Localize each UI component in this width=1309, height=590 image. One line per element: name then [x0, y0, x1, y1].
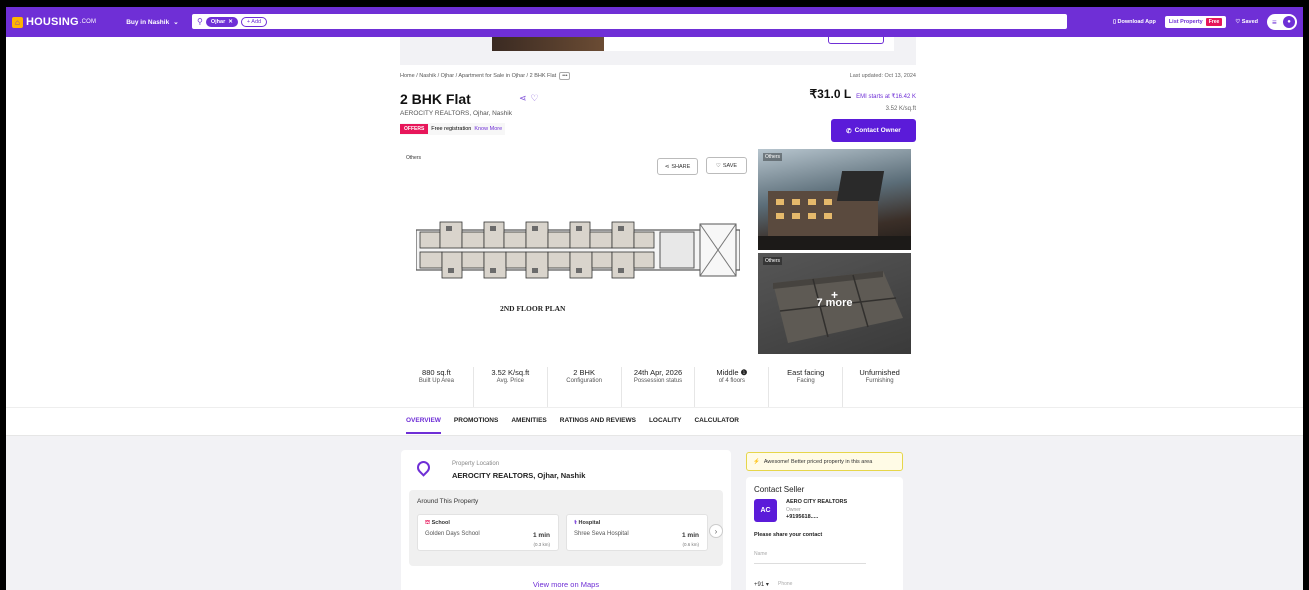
- seller-avatar: AC: [754, 499, 777, 522]
- search-bar[interactable]: ⚲ Ojhar ✕ + Add: [192, 14, 1067, 29]
- location-value: AEROCITY REALTORS, Ojhar, Nashik: [452, 471, 586, 480]
- share-icon: ⋖: [664, 163, 670, 170]
- contact-owner-button[interactable]: ✆ Contact Owner: [831, 119, 916, 142]
- stat-avg-price: 3.52 K/sq.ft Avg. Price: [474, 367, 548, 407]
- user-menu[interactable]: ≡ ●: [1267, 14, 1297, 30]
- chevron-right-icon[interactable]: ›: [709, 524, 723, 538]
- floorplan-caption: 2ND FLOOR PLAN: [500, 304, 566, 313]
- listing-subtitle: AEROCITY REALTORS, Ojhar, Nashik: [400, 110, 512, 117]
- housing-logo[interactable]: ⌂ HOUSING .COM: [12, 16, 96, 28]
- breadcrumb-more-button[interactable]: •••: [559, 72, 571, 80]
- lightning-icon: ⚡: [753, 458, 760, 465]
- contact-seller-heading: Contact Seller: [754, 485, 805, 494]
- property-stats: 880 sq.ft Built Up Area 3.52 K/sq.ft Avg. …: [400, 367, 916, 407]
- around-property: Around This Property ⛫ School Golden Day…: [409, 490, 723, 566]
- heart-icon: ♡: [1235, 19, 1241, 25]
- banner-button[interactable]: [828, 37, 884, 44]
- title-actions: ⋖ ♡: [519, 93, 539, 104]
- tab-promotions[interactable]: PROMOTIONS: [454, 417, 498, 434]
- close-icon[interactable]: ✕: [228, 19, 233, 25]
- building-illustration: [758, 171, 911, 250]
- last-updated: Last updated: Oct 13, 2024: [849, 73, 916, 79]
- seller-name: AERO CITY REALTORS: [786, 499, 848, 505]
- more-photos-count: 7 more: [816, 297, 853, 309]
- stat-possession: 24th Apr, 2026 Possession status: [622, 367, 696, 407]
- breadcrumb: Home / Nashik / Ojhar / Apartment for Sa…: [400, 72, 571, 80]
- top-nav: ⌂ HOUSING .COM Buy in Nashik ⌄ ⚲ Ojhar ✕ +…: [6, 7, 1303, 37]
- seller-phone: +9195618.....: [786, 514, 819, 520]
- seller-role: Owner: [786, 507, 801, 513]
- phone-field[interactable]: Phone: [778, 581, 792, 587]
- poi-card[interactable]: ⚕ Hospital Shree Seva Hospital 1 min (0.…: [566, 514, 708, 551]
- info-icon[interactable]: ❶: [741, 368, 748, 377]
- offers-tag: OFFERS: [400, 124, 429, 134]
- heart-icon: ♡: [715, 162, 721, 169]
- offers-strip: OFFERS Free registration Know More: [400, 123, 506, 135]
- image-category-label: Others: [406, 155, 422, 161]
- phone-icon: ▯: [1112, 19, 1116, 25]
- divider: [6, 407, 1303, 408]
- emi-link[interactable]: EMI starts at ₹16.42 K: [856, 93, 916, 100]
- tab-locality[interactable]: LOCALITY: [649, 417, 682, 434]
- poi-card[interactable]: ⛫ School Golden Days School 1 min (0.3 k…: [417, 514, 559, 551]
- location-label: Property Location: [452, 461, 500, 467]
- share-contact-heading: Please share your contact: [754, 532, 823, 538]
- building-thumbnail[interactable]: Others: [758, 149, 911, 250]
- stat-built-up-area: 880 sq.ft Built Up Area: [400, 367, 474, 407]
- tab-calculator[interactable]: CALCULATOR: [694, 417, 739, 434]
- stat-configuration: 2 BHK Configuration: [548, 367, 622, 407]
- page: ⌂ HOUSING .COM Buy in Nashik ⌄ ⚲ Ojhar ✕ +…: [6, 7, 1303, 590]
- chevron-down-icon: ⌄: [173, 19, 179, 26]
- price-block: ₹31.0 L EMI starts at ₹16.42 K: [810, 87, 917, 101]
- stat-facing: East facing Facing: [769, 367, 844, 407]
- floorplan-drawing: [416, 221, 740, 279]
- tab-ratings-reviews[interactable]: RATINGS AND REVIEWS: [560, 417, 636, 434]
- user-avatar-icon: ●: [1283, 16, 1295, 28]
- hamburger-icon: ≡: [1272, 17, 1277, 27]
- saved-button[interactable]: ♡ Saved: [1235, 19, 1258, 25]
- share-icon[interactable]: ⋖: [519, 93, 527, 104]
- price: ₹31.0 L: [809, 87, 852, 101]
- tab-overview[interactable]: OVERVIEW: [406, 417, 441, 434]
- location-card: Property Location AEROCITY REALTORS, Ojh…: [401, 450, 731, 590]
- section-tabs: OVERVIEW PROMOTIONS AMENITIES RATINGS AN…: [406, 417, 739, 434]
- around-heading: Around This Property: [417, 498, 479, 505]
- search-chip-ojhar[interactable]: Ojhar ✕: [205, 16, 238, 27]
- school-icon: ⛫: [425, 520, 431, 526]
- hospital-icon: ⚕: [574, 520, 577, 526]
- price-per-sqft: 3.52 K/sq.ft: [885, 106, 916, 112]
- location-pin-icon: [414, 458, 433, 477]
- tab-amenities[interactable]: AMENITIES: [511, 417, 546, 434]
- better-price-banner: ⚡ Awesome! Better priced property in thi…: [746, 452, 903, 471]
- stat-furnishing: Unfurnished Furnishing: [859, 368, 900, 384]
- download-app-button[interactable]: ▯ Download App: [1113, 19, 1156, 25]
- save-button[interactable]: ♡ SAVE: [706, 157, 747, 174]
- thumbnail-label: Others: [763, 153, 783, 161]
- free-badge: Free: [1205, 18, 1223, 26]
- know-more-link[interactable]: Know More: [474, 126, 502, 132]
- banner-image: [492, 37, 604, 51]
- name-field[interactable]: Name: [754, 551, 866, 564]
- view-maps-link[interactable]: View more on Maps: [401, 580, 731, 589]
- home-icon: ⌂: [12, 16, 23, 28]
- nav-actions: ▯ Download App List Property Free ♡ Saved…: [1113, 14, 1297, 30]
- thumbnail-label: Others: [763, 257, 783, 265]
- phone-icon: ✆: [846, 127, 852, 135]
- list-property-button[interactable]: List Property Free: [1164, 16, 1227, 28]
- stat-floor: Middle ❶ of 4 floors: [695, 367, 770, 407]
- add-location-button[interactable]: + Add: [240, 16, 268, 27]
- heart-icon[interactable]: ♡: [531, 93, 539, 104]
- contact-seller-card: Contact Seller AC AERO CITY REALTORS Own…: [746, 477, 903, 590]
- buy-in-dropdown[interactable]: Buy in Nashik ⌄: [126, 18, 179, 27]
- search-icon: ⚲: [197, 17, 203, 26]
- country-code-select[interactable]: +91 ▾: [754, 581, 769, 588]
- banner-strip: [400, 37, 916, 65]
- share-button[interactable]: ⋖ SHARE: [657, 158, 698, 175]
- listing-title: 2 BHK Flat: [400, 91, 471, 107]
